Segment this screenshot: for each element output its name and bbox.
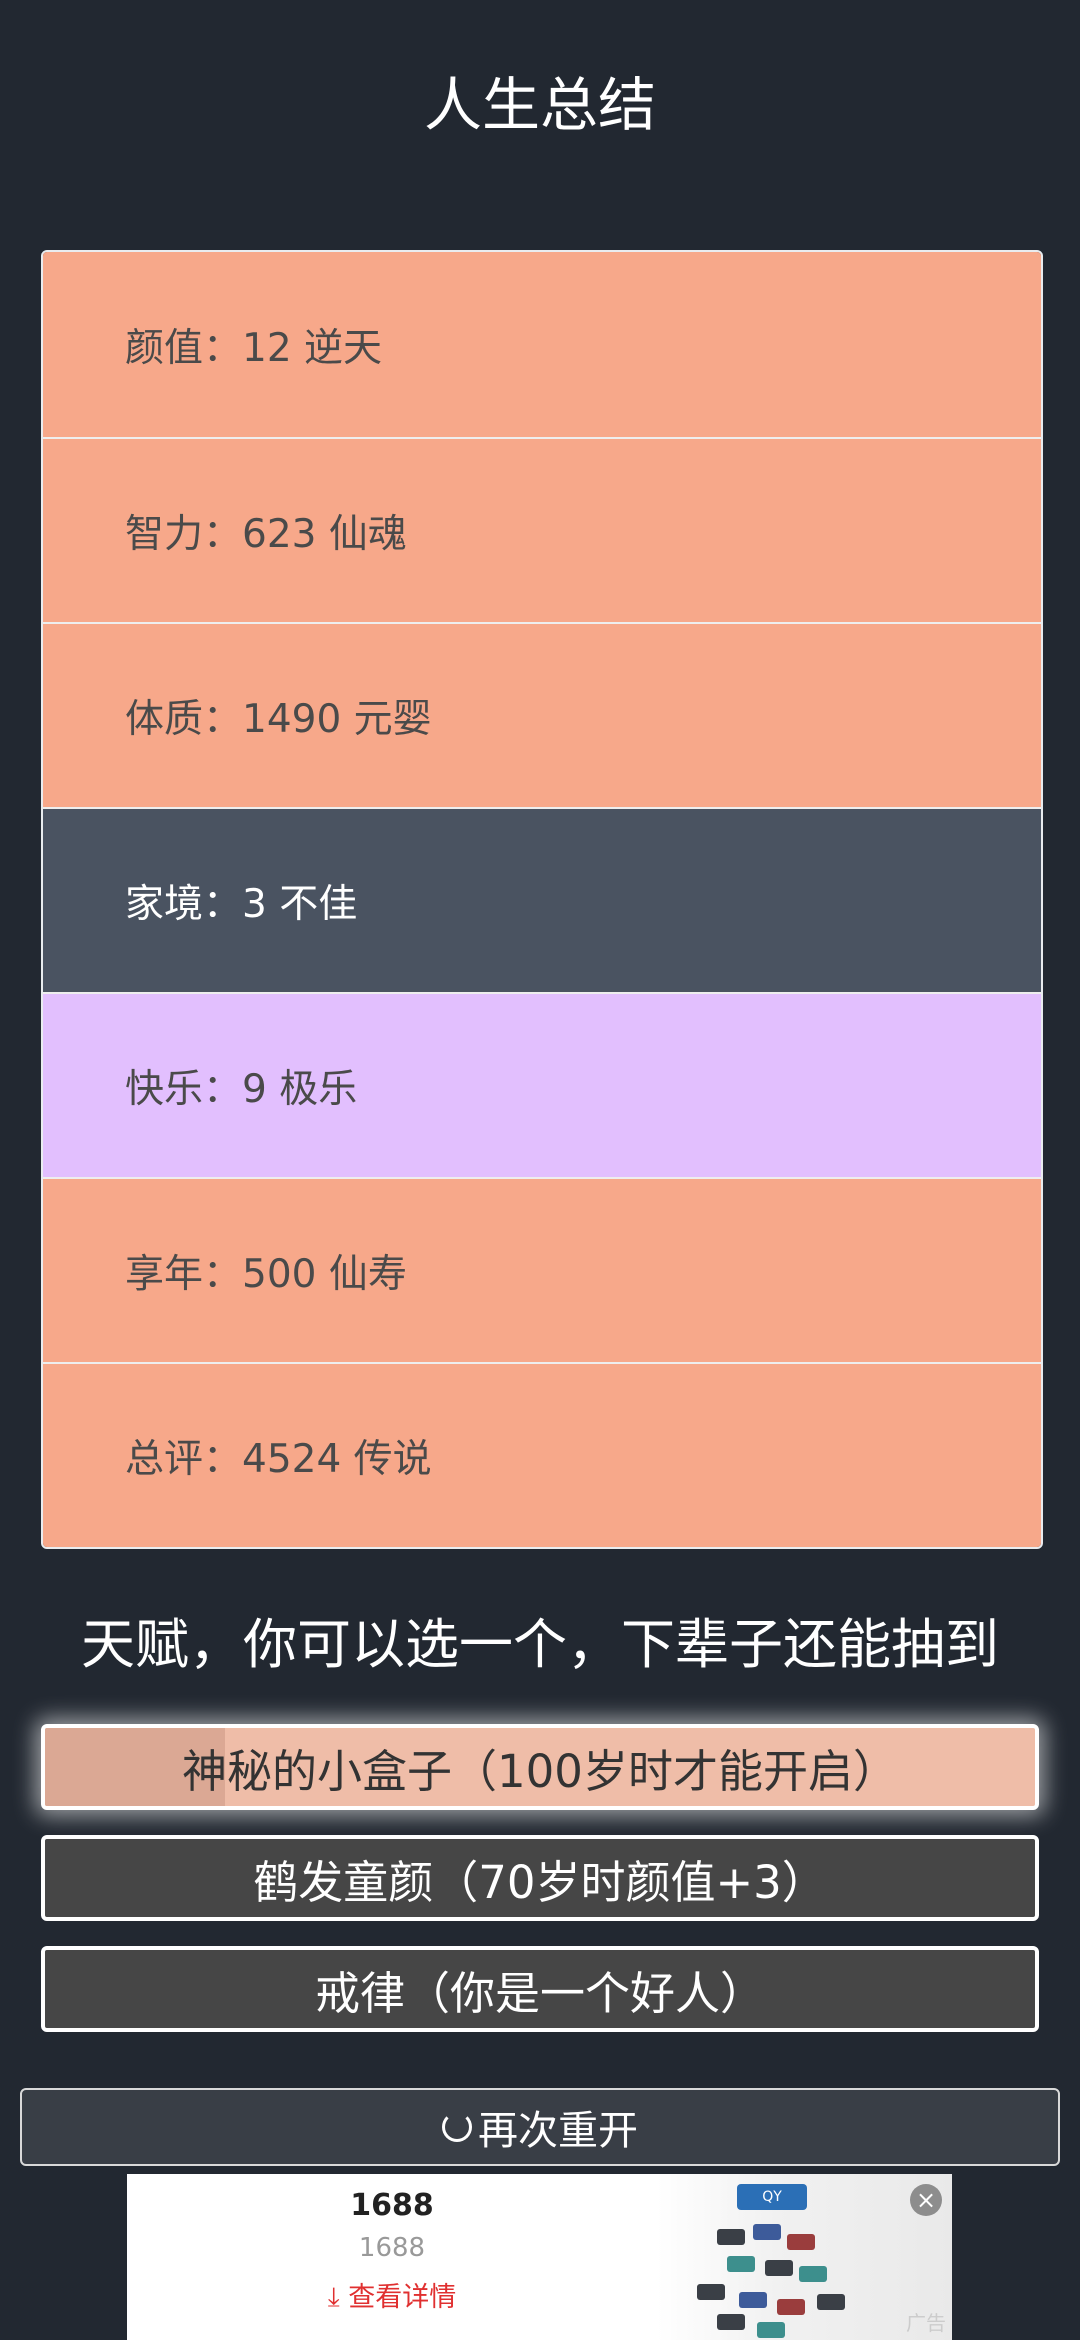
stat-row-appearance: 颜值： 12 逆天 — [43, 252, 1041, 437]
chip-part-image — [787, 2234, 815, 2250]
stat-label: 享年： — [125, 1251, 243, 1297]
ad-banner[interactable]: 1688 1688 ⤓ 查看详情 QY × 广告 — [127, 2174, 952, 2340]
restart-button[interactable]: 再次重开 — [20, 2088, 1060, 2166]
chip-part-image — [727, 2256, 755, 2272]
talent-label: 戒律（你是一个好人） — [314, 1966, 765, 2020]
stat-value: 3 不佳 — [242, 881, 358, 927]
ad-title: 1688 — [350, 2188, 434, 2223]
stat-value: 4524 传说 — [242, 1436, 432, 1482]
chip-part-image — [777, 2299, 805, 2315]
stat-value: 1490 元婴 — [242, 696, 432, 742]
talents-heading: 天赋，你可以选一个，下辈子还能抽到 — [81, 1613, 999, 1676]
stat-row-family: 家境： 3 不佳 — [43, 807, 1041, 992]
stat-label: 家境： — [125, 881, 243, 927]
stat-row-happiness: 快乐： 9 极乐 — [43, 992, 1041, 1177]
ad-link-label: 查看详情 — [348, 2282, 457, 2313]
chip-part-image — [799, 2266, 827, 2282]
stat-row-intelligence: 智力： 623 仙魂 — [43, 437, 1041, 622]
chip-part-image — [753, 2224, 781, 2240]
ad-details-link[interactable]: ⤓ 查看详情 — [127, 2275, 657, 2314]
stat-row-constitution: 体质： 1490 元婴 — [43, 622, 1041, 807]
ad-text-block: 1688 1688 ⤓ 查看详情 — [127, 2174, 657, 2340]
chip-part-image — [739, 2292, 767, 2308]
page-title: 人生总结 — [423, 71, 656, 139]
talent-label: 神秘的小盒子（100岁时才能开启） — [182, 1744, 898, 1798]
stat-value: 12 逆天 — [242, 325, 383, 371]
stat-value: 9 极乐 — [242, 1066, 358, 1112]
chip-part-image — [717, 2229, 745, 2245]
stat-label: 智力： — [125, 511, 243, 557]
talent-option-discipline[interactable]: 戒律（你是一个好人） — [41, 1946, 1039, 2032]
talent-option-youthful[interactable]: 鹤发童颜（70岁时颜值+3） — [41, 1835, 1039, 1921]
chip-part-image — [757, 2322, 785, 2338]
stat-value: 623 仙魂 — [242, 511, 407, 557]
stat-label: 快乐： — [125, 1066, 243, 1112]
download-arrow-icon: ⤓ — [327, 2282, 340, 2313]
stat-row-lifespan: 享年： 500 仙寿 — [43, 1177, 1041, 1362]
chip-part-image — [697, 2284, 725, 2300]
ad-subtitle: 1688 — [358, 2233, 426, 2263]
chip-part-image — [717, 2314, 745, 2330]
close-icon[interactable]: × — [910, 2184, 942, 2216]
chip-part-image — [817, 2294, 845, 2310]
stat-label: 总评： — [125, 1436, 243, 1482]
chip-part-image — [765, 2260, 793, 2276]
ad-tag: 广告 — [906, 2311, 946, 2335]
stats-table: 颜值： 12 逆天 智力： 623 仙魂 体质： 1490 元婴 家境： 3 不… — [41, 250, 1043, 1549]
talent-label: 鹤发童颜（70岁时颜值+3） — [253, 1855, 827, 1909]
stat-label: 体质： — [125, 696, 243, 742]
restart-label: 再次重开 — [478, 2108, 638, 2154]
stat-label: 颜值： — [125, 325, 243, 371]
refresh-icon — [442, 2112, 472, 2142]
ad-logo: QY — [737, 2184, 807, 2210]
stat-value: 500 仙寿 — [242, 1251, 407, 1297]
stat-row-total: 总评： 4524 传说 — [43, 1362, 1041, 1547]
ad-product-image: QY × 广告 — [657, 2174, 952, 2340]
talent-option-mystery-box[interactable]: 神秘的小盒子（100岁时才能开启） — [41, 1724, 1039, 1810]
